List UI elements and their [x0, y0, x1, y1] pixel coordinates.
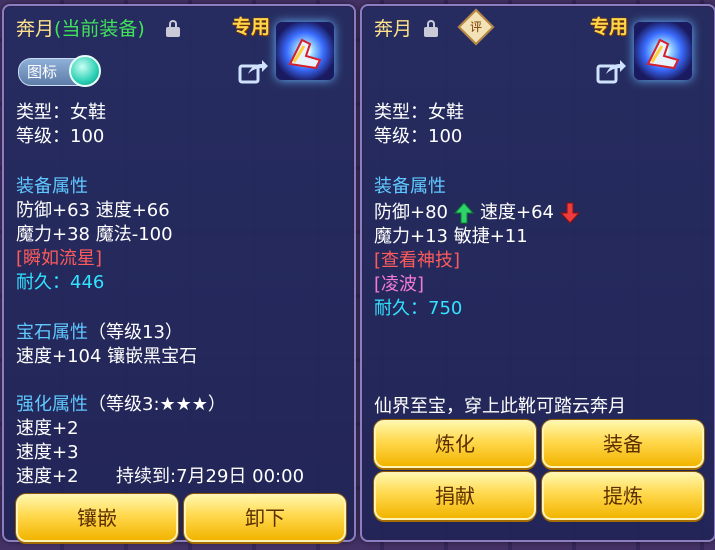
attr-title: 装备属性	[16, 176, 88, 197]
unequip-button[interactable]: 卸下	[184, 494, 346, 542]
durability: 耐久：750	[374, 298, 463, 319]
attr-title: 装备属性	[374, 176, 446, 197]
lock-icon[interactable]	[166, 20, 180, 37]
special-effect[interactable]: [凌波]	[374, 274, 424, 296]
share-icon[interactable]	[596, 58, 626, 84]
attr-line-2: 魔力+38 魔法-100	[16, 224, 173, 245]
item-type: 类型：女鞋	[16, 102, 106, 123]
gem-line: 速度+104 镶嵌黑宝石	[16, 346, 198, 367]
item-name: 奔月	[374, 18, 413, 40]
defense-attr: 防御+80	[374, 202, 448, 223]
item-name: 奔月(当前装备)	[16, 18, 145, 40]
attr-line-1: 防御+63 速度+66	[16, 200, 170, 221]
equipment-icon	[276, 22, 334, 80]
arrow-up-icon	[454, 202, 474, 224]
durability: 耐久：446	[16, 272, 105, 293]
share-icon[interactable]	[238, 58, 268, 84]
exclusive-label: 专用	[590, 16, 629, 38]
item-type: 类型：女鞋	[374, 102, 464, 123]
arrow-down-icon	[560, 202, 580, 224]
lock-icon[interactable]	[424, 20, 438, 37]
compare-equipment-panel: 奔月 专用 类型：女鞋 等级：100 装备属性 防御+80 速度+64 魔力+1…	[360, 4, 715, 542]
enhance-attr-heading: 强化属性（等级3:★★★）	[16, 394, 226, 415]
icon-toggle-label: 图标	[27, 63, 58, 81]
equip-button[interactable]: 装备	[542, 420, 704, 468]
enhance-duration: 持续到:7月29日 00:00	[116, 466, 305, 487]
item-level: 等级：100	[374, 126, 463, 147]
extract-button[interactable]: 提炼	[542, 472, 704, 520]
enhance-line-2: 速度+3	[16, 442, 79, 463]
view-divine-skill[interactable]: [查看神技]	[374, 250, 460, 272]
gem-attr-heading: 宝石属性（等级13）	[16, 322, 183, 343]
enhance-line-3: 速度+2	[16, 466, 79, 487]
enhance-line-1: 速度+2	[16, 418, 79, 439]
inlay-button[interactable]: 镶嵌	[16, 494, 178, 542]
attr-line-2: 魔力+13 敏捷+11	[374, 226, 528, 247]
equipment-icon	[634, 22, 692, 80]
refine-button[interactable]: 炼化	[374, 420, 536, 468]
item-description: 仙界至宝，穿上此靴可踏云奔月	[374, 396, 626, 417]
exclusive-label: 专用	[232, 16, 271, 38]
donate-button[interactable]: 捐献	[374, 472, 536, 520]
toggle-knob	[69, 55, 101, 87]
skill-label[interactable]: [瞬如流星]	[16, 248, 102, 270]
current-equipment-panel: 奔月(当前装备) 专用 图标 类型：女鞋 等级：100 装备属性 防御+63 速…	[2, 4, 356, 542]
speed-attr: 速度+64	[480, 202, 554, 223]
icon-toggle[interactable]: 图标	[18, 55, 101, 87]
item-level: 等级：100	[16, 126, 105, 147]
